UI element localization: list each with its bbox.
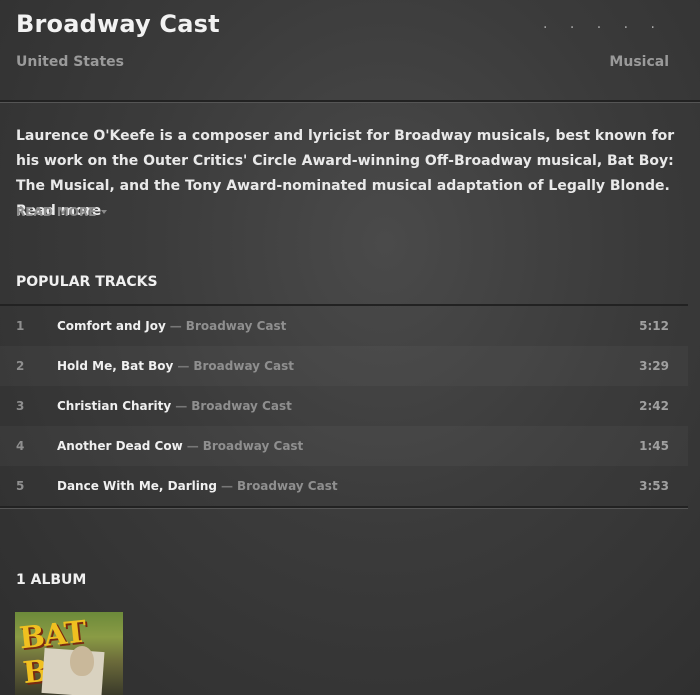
track-duration: 2:42: [639, 399, 669, 413]
more-options-icon[interactable]: · · · · ·: [543, 20, 664, 36]
artist-country: United States: [16, 54, 124, 70]
track-separator: —: [169, 319, 182, 333]
track-list: 1 Comfort and Joy — Broadway Cast 5:12 2 H…: [0, 304, 688, 508]
track-number: 4: [16, 439, 25, 453]
track-separator: —: [177, 359, 190, 373]
track-row[interactable]: 5 Dance With Me, Darling — Broadway Cast 3…: [0, 466, 688, 506]
track-name: Dance With Me, Darling — Broadway Cast: [57, 479, 338, 493]
track-number: 3: [16, 399, 25, 413]
track-name: Hold Me, Bat Boy — Broadway Cast: [57, 359, 294, 373]
track-duration: 1:45: [639, 439, 669, 453]
track-row[interactable]: 3 Christian Charity — Broadway Cast 2:42: [0, 386, 688, 426]
track-title: Christian Charity: [57, 399, 172, 413]
track-number: 5: [16, 479, 25, 493]
bio-text: Laurence O'Keefe is a composer and lyric…: [16, 128, 675, 194]
track-name: Christian Charity — Broadway Cast: [57, 399, 292, 413]
track-title: Another Dead Cow: [57, 439, 183, 453]
chevron-down-icon: [101, 209, 108, 214]
track-duration: 3:29: [639, 359, 669, 373]
track-name: Another Dead Cow — Broadway Cast: [57, 439, 303, 453]
album-cover-face: [70, 646, 94, 676]
track-artist[interactable]: Broadway Cast: [186, 319, 287, 333]
track-row[interactable]: 4 Another Dead Cow — Broadway Cast 1:45: [0, 426, 688, 466]
track-title: Comfort and Joy: [57, 319, 166, 333]
track-number: 1: [16, 319, 25, 333]
track-artist[interactable]: Broadway Cast: [237, 479, 338, 493]
artist-title: Broadway Cast: [16, 10, 220, 38]
track-duration: 5:12: [639, 319, 669, 333]
track-separator: —: [221, 479, 233, 493]
read-more-label: READ MORE: [16, 205, 97, 219]
artist-header: Broadway Cast · · · · · United States Mu…: [0, 0, 700, 102]
track-title: Hold Me, Bat Boy: [57, 359, 174, 373]
artist-bio: Laurence O'Keefe is a composer and lyric…: [16, 124, 684, 224]
track-title: Dance With Me, Darling: [57, 479, 217, 493]
read-more-button[interactable]: READ MORE: [16, 205, 108, 219]
track-artist[interactable]: Broadway Cast: [193, 359, 294, 373]
album-cover[interactable]: BAT BOY: [15, 612, 123, 695]
track-separator: —: [175, 399, 188, 413]
track-separator: —: [186, 439, 199, 453]
track-number: 2: [16, 359, 25, 373]
track-artist[interactable]: Broadway Cast: [191, 399, 292, 413]
track-row[interactable]: 2 Hold Me, Bat Boy — Broadway Cast 3:29: [0, 346, 688, 386]
track-duration: 3:53: [639, 479, 669, 493]
track-artist[interactable]: Broadway Cast: [203, 439, 304, 453]
track-name: Comfort and Joy — Broadway Cast: [57, 319, 286, 333]
track-row[interactable]: 1 Comfort and Joy — Broadway Cast 5:12: [0, 306, 688, 346]
popular-tracks-heading: POPULAR TRACKS: [16, 274, 158, 290]
artist-genre[interactable]: Musical: [609, 54, 669, 70]
albums-heading: 1 ALBUM: [16, 572, 87, 588]
